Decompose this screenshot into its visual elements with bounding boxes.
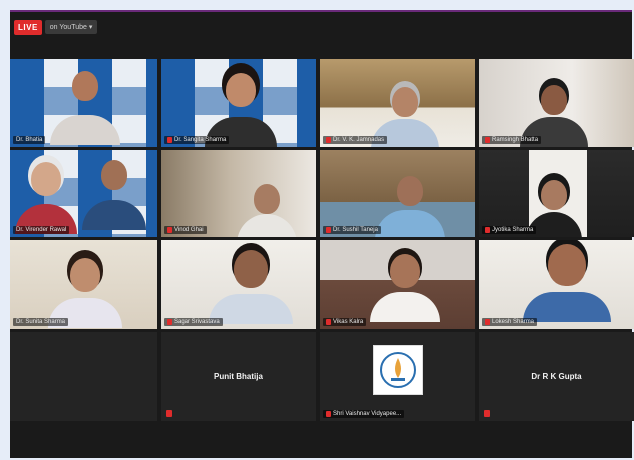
participant-tile[interactable]: Dr. Sangita Sharma [161, 59, 316, 147]
participant-tile[interactable]: Ramsingh Bhatta [479, 59, 634, 147]
participant-tile[interactable]: Vikas Kalra [320, 240, 475, 329]
participant-name-label: Dr. V. K. Jamnadas [323, 136, 388, 144]
participant-tile[interactable]: Sagar Srivastava [161, 240, 316, 329]
live-badge: LIVE [14, 19, 42, 35]
participant-name-label: Dr. Sangita Sharma [164, 136, 230, 144]
participant-name-label: Dr. Sunita Sharma [13, 318, 69, 326]
participant-video [365, 252, 445, 329]
mic-muted-icon [485, 137, 490, 143]
participant-tile[interactable]: Shri Vaishnav Vidyapee... [320, 332, 475, 421]
participant-name-label: Ramsingh Bhatta [482, 136, 542, 144]
mic-muted-icon [326, 227, 331, 233]
participant-tile[interactable]: Dr. Virender Rawal [10, 150, 157, 237]
mic-muted-icon [485, 319, 490, 325]
mic-muted-icon [484, 410, 490, 417]
participant-center-name: Dr R K Gupta [531, 372, 582, 381]
participant-tile[interactable]: Punit Bhatija [161, 332, 316, 421]
institution-logo [372, 345, 423, 395]
meeting-window: LIVE on YouTube ▾ Dr. Bhatia Dr. Sangita… [10, 10, 634, 458]
mic-muted-icon [167, 319, 172, 325]
mic-muted-icon [167, 227, 172, 233]
participant-video [523, 242, 611, 329]
video-grid: Dr. Bhatia Dr. Sangita Sharma Dr. V. K. … [10, 59, 634, 421]
mic-muted-icon [167, 137, 172, 143]
participant-video [209, 248, 293, 329]
stream-platform-button[interactable]: on YouTube ▾ [44, 20, 98, 34]
mic-muted-icon [485, 227, 490, 233]
participant-tile[interactable]: Dr R K Gupta [479, 332, 634, 421]
participant-center-name: Punit Bhatija [214, 372, 263, 381]
empty-tile [10, 332, 157, 421]
participant-tile[interactable]: Jyotika Sharma [479, 150, 634, 237]
participant-tile[interactable]: Dr. Sunita Sharma [10, 240, 157, 329]
participant-name-label: Sagar Srivastava [164, 318, 223, 326]
participant-name-label: Lokesh Sharma [482, 318, 538, 326]
participant-video [237, 180, 297, 237]
participant-name-label: Dr. Virender Rawal [13, 226, 70, 234]
mic-muted-icon [326, 411, 331, 417]
participant-tile[interactable]: Dr. Sushil Taneja [320, 150, 475, 237]
participant-tile[interactable]: Vinod Ghai [161, 150, 316, 237]
stream-platform-label: on YouTube ▾ [49, 24, 93, 31]
stream-topbar: LIVE on YouTube ▾ [10, 12, 632, 42]
mic-muted-icon [166, 410, 172, 417]
participant-video [82, 158, 146, 237]
mic-muted-icon [326, 319, 331, 325]
participant-name-label: Vikas Kalra [323, 318, 367, 326]
participant-tile[interactable]: Dr. Bhatia [10, 59, 157, 147]
participant-name-label: Dr. Bhatia [13, 136, 46, 144]
participant-name-label: Shri Vaishnav Vidyapee... [323, 410, 405, 418]
participant-name-label: Dr. Sushil Taneja [323, 226, 381, 234]
participant-name-label: Jyotika Sharma [482, 226, 537, 234]
participant-name-label: Vinod Ghai [164, 226, 207, 234]
participant-video [50, 67, 120, 147]
participant-tile[interactable]: Lokesh Sharma [479, 240, 634, 329]
participant-video [375, 174, 445, 237]
participant-tile[interactable]: Dr. V. K. Jamnadas [320, 59, 475, 147]
mic-muted-icon [326, 137, 331, 143]
